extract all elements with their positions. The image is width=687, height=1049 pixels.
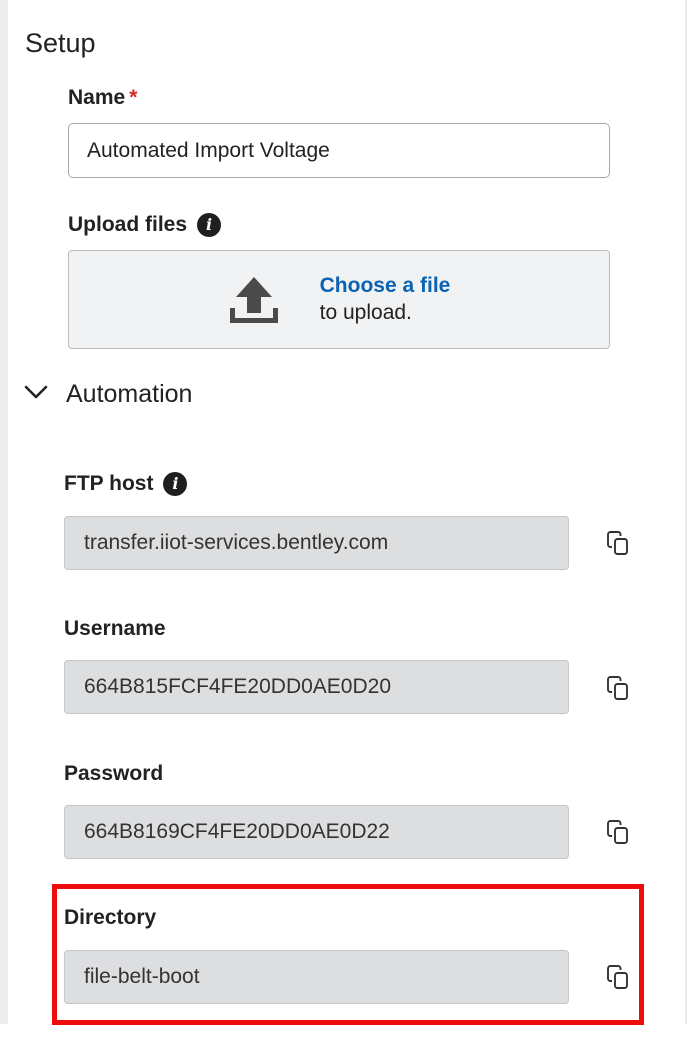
username-label-text: Username (64, 617, 166, 640)
section-title-setup: Setup (25, 28, 96, 58)
info-icon[interactable]: i (197, 213, 222, 237)
ftp-host-label-text: FTP host (64, 472, 154, 495)
password-label-text: Password (64, 762, 164, 785)
password-field[interactable]: 664B8169CF4FE20DD0AE0D22 (64, 805, 569, 859)
name-label: Name * (68, 86, 137, 110)
directory-highlight-box (52, 884, 644, 1025)
copy-ftp-host-button[interactable] (604, 529, 632, 557)
copy-username-button[interactable] (604, 674, 632, 702)
copy-icon (607, 820, 628, 844)
copy-icon (607, 531, 628, 555)
chevron-down-icon (24, 384, 48, 405)
ftp-host-value: transfer.iiot-services.bentley.com (84, 531, 389, 554)
ftp-host-label: FTP host i (64, 472, 188, 496)
username-label: Username (64, 617, 166, 641)
upload-icon (228, 275, 280, 325)
name-input[interactable] (68, 123, 610, 178)
username-field[interactable]: 664B815FCF4FE20DD0AE0D20 (64, 660, 569, 714)
copy-icon (607, 676, 628, 700)
password-value: 664B8169CF4FE20DD0AE0D22 (84, 820, 390, 843)
automation-expander[interactable]: Automation (24, 380, 192, 409)
dropzone-subtext: to upload. (319, 300, 412, 324)
username-value: 664B815FCF4FE20DD0AE0D20 (84, 675, 392, 698)
upload-files-label: Upload files i (68, 213, 222, 237)
password-label: Password (64, 762, 163, 786)
choose-file-link[interactable]: Choose a file (320, 273, 451, 299)
upload-files-label-text: Upload files (68, 213, 188, 236)
dropzone-text: Choose a file to upload. (320, 273, 451, 326)
automation-label: Automation (66, 380, 193, 408)
name-label-text: Name (68, 86, 126, 109)
copy-password-button[interactable] (604, 818, 632, 846)
ftp-host-field[interactable]: transfer.iiot-services.bentley.com (64, 516, 569, 570)
info-icon[interactable]: i (163, 472, 188, 496)
file-dropzone[interactable]: Choose a file to upload. (68, 250, 610, 349)
left-rail (0, 0, 8, 1024)
required-marker: * (129, 86, 138, 109)
